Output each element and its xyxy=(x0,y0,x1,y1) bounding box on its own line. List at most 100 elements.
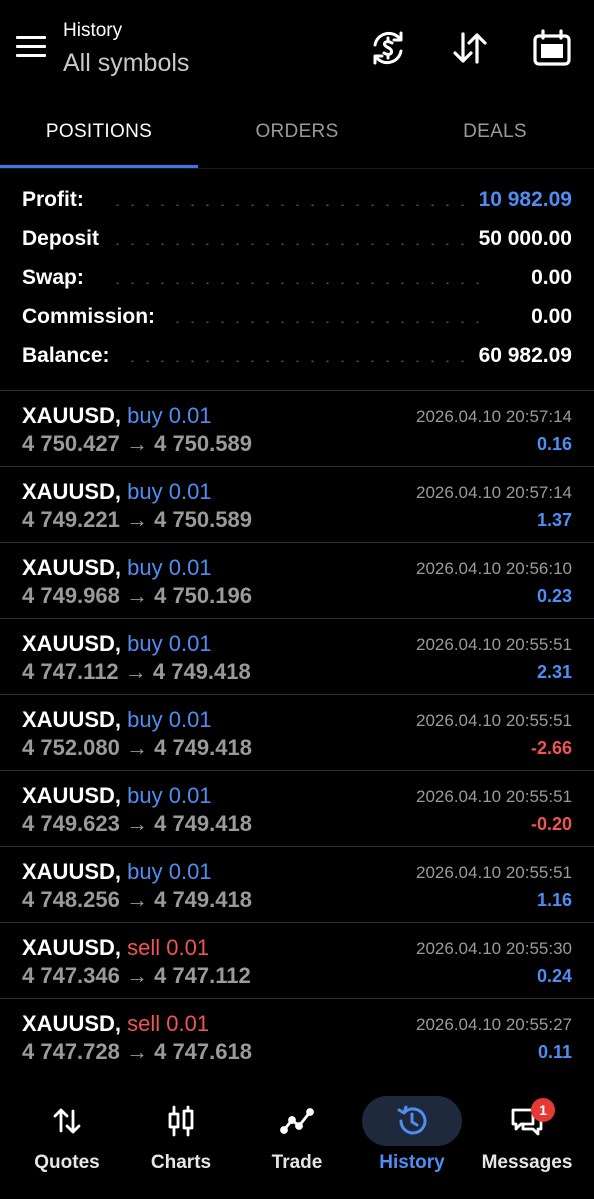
swap-value: 0.00 xyxy=(517,266,572,290)
tab-deals[interactable]: DEALS xyxy=(396,108,594,166)
nav-label: Quotes xyxy=(34,1152,100,1173)
tab-positions[interactable]: POSITIONS xyxy=(0,108,198,166)
candlestick-chart-icon xyxy=(131,1096,231,1146)
symbol-text: XAUUSD, xyxy=(22,403,122,428)
position-symbol: XAUUSD, buy 0.01 xyxy=(22,859,212,885)
tab-bar: POSITIONS ORDERS DEALS xyxy=(0,108,594,169)
close-time: 2026.04.10 20:56:10 xyxy=(416,559,572,578)
nav-label: History xyxy=(379,1152,445,1173)
symbol-text: XAUUSD, xyxy=(22,479,122,504)
position-row[interactable]: XAUUSD, buy 0.01 4 749.623 → 4 749.418 202… xyxy=(0,771,594,847)
commission-label: Commission: xyxy=(22,305,170,329)
open-close-prices: 4 748.256 → 4 749.418 xyxy=(22,887,252,912)
nav-label: Charts xyxy=(150,1152,212,1173)
symbol-text: XAUUSD, xyxy=(22,783,122,808)
open-close-prices: 4 747.112 → 4 749.418 xyxy=(22,659,251,684)
trade-side: buy 0.01 xyxy=(127,631,212,656)
close-time: 2026.04.10 20:55:27 xyxy=(416,1015,572,1034)
trade-side: sell 0.01 xyxy=(127,1011,210,1036)
trade-side: sell 0.01 xyxy=(127,935,210,960)
open-close-prices: 4 749.221 → 4 750.589 xyxy=(22,507,252,532)
close-time: 2026.04.10 20:55:51 xyxy=(416,711,572,730)
open-close-prices: 4 750.427 → 4 750.589 xyxy=(22,431,252,456)
position-symbol: XAUUSD, buy 0.01 xyxy=(22,707,212,733)
trade-side: buy 0.01 xyxy=(127,859,212,884)
position-row[interactable]: XAUUSD, buy 0.01 4 750.427 → 4 750.589 202… xyxy=(0,391,594,467)
balance-label: Balance: xyxy=(22,344,124,368)
position-profit: 0.24 xyxy=(536,966,572,986)
notification-badge: 1 xyxy=(531,1098,555,1122)
position-row[interactable]: XAUUSD, sell 0.01 4 747.728 → 4 747.618 20… xyxy=(0,999,594,1074)
nav-quotes[interactable]: Quotes xyxy=(8,1080,126,1190)
tab-orders[interactable]: ORDERS xyxy=(198,108,396,166)
top-app-bar: History All symbols xyxy=(0,0,594,100)
messages-icon xyxy=(477,1096,577,1146)
trade-side: buy 0.01 xyxy=(127,783,212,808)
position-profit: 0.11 xyxy=(537,1042,572,1062)
position-row[interactable]: XAUUSD, buy 0.01 4 749.221 → 4 750.589 202… xyxy=(0,467,594,543)
dotted-leader xyxy=(110,243,484,245)
symbol-text: XAUUSD, xyxy=(22,707,122,732)
account-summary: Profit: 10 982.09 Deposit 50 000.00 Swap… xyxy=(0,182,594,377)
position-row[interactable]: XAUUSD, buy 0.01 4 748.256 → 4 749.418 202… xyxy=(0,847,594,923)
open-close-prices: 4 749.968 → 4 750.196 xyxy=(22,583,252,608)
nav-trade[interactable]: Trade xyxy=(238,1080,356,1190)
close-time: 2026.04.10 20:55:30 xyxy=(416,939,572,958)
close-time: 2026.04.10 20:55:51 xyxy=(416,863,572,882)
nav-charts[interactable]: Charts xyxy=(122,1080,240,1190)
symbol-filter[interactable]: All symbols xyxy=(63,49,189,78)
position-row[interactable]: XAUUSD, buy 0.01 4 747.112 → 4 749.418 202… xyxy=(0,619,594,695)
positions-list: XAUUSD, buy 0.01 4 750.427 → 4 750.589 202… xyxy=(0,391,594,1074)
position-symbol: XAUUSD, sell 0.01 xyxy=(22,1011,209,1037)
position-profit: -2.66 xyxy=(530,738,572,758)
open-close-prices: 4 752.080 → 4 749.418 xyxy=(22,735,252,760)
position-profit: 1.16 xyxy=(536,890,572,910)
position-profit: 1.37 xyxy=(536,510,572,530)
position-row[interactable]: XAUUSD, buy 0.01 4 752.080 → 4 749.418 202… xyxy=(0,695,594,771)
symbol-text: XAUUSD, xyxy=(22,555,122,580)
open-close-prices: 4 747.728 → 4 747.618 xyxy=(22,1039,252,1064)
page-title: History xyxy=(63,20,123,41)
nav-messages[interactable]: 1 Messages xyxy=(468,1080,586,1190)
symbol-text: XAUUSD, xyxy=(22,1011,122,1036)
position-row[interactable]: XAUUSD, sell 0.01 4 747.346 → 4 747.112 20… xyxy=(0,923,594,999)
balance-value: 60 982.09 xyxy=(464,344,572,368)
close-time: 2026.04.10 20:55:51 xyxy=(416,787,572,806)
close-time: 2026.04.10 20:55:51 xyxy=(416,635,572,654)
dotted-leader xyxy=(110,282,484,284)
quotes-arrows-icon xyxy=(17,1096,117,1146)
trade-side: buy 0.01 xyxy=(127,403,212,428)
bottom-navigation: Quotes Charts Trade History 1 Messages xyxy=(0,1080,594,1199)
position-symbol: XAUUSD, buy 0.01 xyxy=(22,555,212,581)
tab-divider xyxy=(0,168,594,169)
open-close-prices: 4 747.346 → 4 747.112 xyxy=(22,963,251,988)
history-clock-icon xyxy=(362,1096,462,1146)
menu-icon[interactable] xyxy=(16,36,46,60)
currency-exchange-icon[interactable] xyxy=(368,28,408,68)
summary-row-swap: Swap: 0.00 xyxy=(0,260,594,299)
summary-row-commission: Commission: 0.00 xyxy=(0,299,594,338)
summary-row-profit: Profit: 10 982.09 xyxy=(0,182,594,221)
swap-label: Swap: xyxy=(22,266,98,290)
position-profit: -0.20 xyxy=(530,814,572,834)
symbol-text: XAUUSD, xyxy=(22,935,122,960)
position-profit: 2.31 xyxy=(536,662,572,682)
position-symbol: XAUUSD, buy 0.01 xyxy=(22,403,212,429)
sort-icon[interactable] xyxy=(450,28,490,68)
trade-side: buy 0.01 xyxy=(127,707,212,732)
position-profit: 0.23 xyxy=(536,586,572,606)
summary-row-balance: Balance: 60 982.09 xyxy=(0,338,594,377)
dotted-leader xyxy=(110,204,484,206)
open-close-prices: 4 749.623 → 4 749.418 xyxy=(22,811,252,836)
profit-value: 10 982.09 xyxy=(464,188,572,212)
trade-line-icon xyxy=(247,1096,347,1146)
calendar-icon[interactable] xyxy=(532,28,572,68)
position-symbol: XAUUSD, buy 0.01 xyxy=(22,783,212,809)
symbol-text: XAUUSD, xyxy=(22,859,122,884)
close-time: 2026.04.10 20:57:14 xyxy=(416,483,572,502)
trade-side: buy 0.01 xyxy=(127,555,212,580)
position-row[interactable]: XAUUSD, buy 0.01 4 749.968 → 4 750.196 202… xyxy=(0,543,594,619)
nav-history[interactable]: History xyxy=(353,1080,471,1190)
nav-label: Trade xyxy=(271,1152,323,1173)
dotted-leader xyxy=(110,360,484,362)
